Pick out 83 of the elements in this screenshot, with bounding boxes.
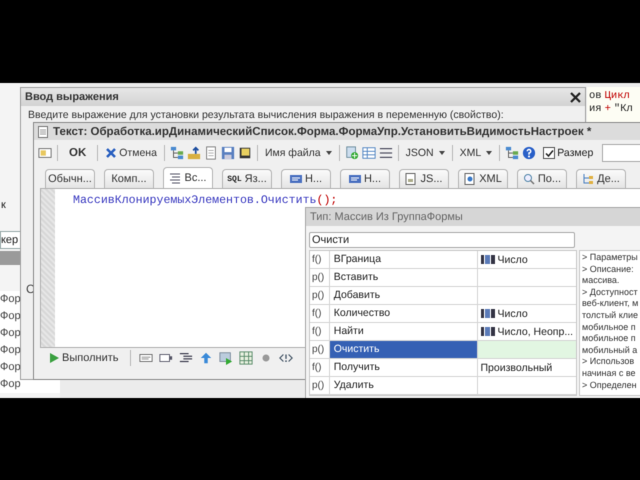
window-title: Ввод выражения bbox=[25, 91, 119, 103]
tree-icon[interactable] bbox=[505, 146, 520, 160]
tab[interactable]: По... bbox=[517, 169, 567, 188]
description-text: > Определен bbox=[582, 380, 638, 392]
code-token: ия bbox=[589, 103, 602, 116]
run-button[interactable]: Выполнить bbox=[48, 352, 122, 364]
tab[interactable]: Н... bbox=[340, 169, 390, 188]
html-icon bbox=[348, 173, 361, 185]
member-item[interactable]: Добавить bbox=[330, 287, 478, 304]
run-screen-icon[interactable] bbox=[219, 351, 234, 365]
list-label: к bbox=[0, 199, 7, 211]
member-item[interactable]: Удалить bbox=[330, 377, 478, 394]
form-icon[interactable] bbox=[38, 146, 52, 160]
lines-icon[interactable] bbox=[378, 146, 393, 160]
close-icon[interactable] bbox=[570, 92, 581, 102]
help-icon[interactable] bbox=[522, 146, 536, 160]
tree-icon bbox=[582, 173, 594, 185]
description-text: веб-клиент, м bbox=[582, 298, 640, 310]
filter-field[interactable]: Очисти bbox=[309, 232, 575, 248]
type-text: Число, Неопр... bbox=[498, 326, 574, 338]
document-icon bbox=[38, 126, 48, 138]
description-text: > Параметры bbox=[582, 252, 639, 264]
document-icon bbox=[405, 173, 418, 185]
cross-icon bbox=[105, 147, 118, 159]
lines-icon bbox=[169, 172, 182, 184]
type-text: Число bbox=[498, 254, 528, 266]
description-text: > Доступност bbox=[582, 286, 639, 298]
code-token: ов bbox=[589, 90, 602, 103]
tab[interactable]: Комп... bbox=[104, 169, 154, 188]
code-line: МассивКлонируемыхЭлементов.Очистить(); bbox=[72, 193, 338, 208]
description-text: > Описание: bbox=[582, 264, 635, 276]
member-item[interactable]: Получить bbox=[330, 359, 478, 376]
tab[interactable]: Н... bbox=[281, 169, 331, 188]
member-item[interactable]: Очистить bbox=[330, 341, 478, 358]
description-text: > Использов bbox=[582, 356, 636, 368]
tab[interactable]: Де... bbox=[576, 169, 626, 188]
grid-icon[interactable] bbox=[239, 351, 254, 365]
description-text: мобильное п bbox=[582, 333, 637, 345]
member-item[interactable]: Найти bbox=[330, 323, 478, 340]
tab[interactable]: Обычн... bbox=[45, 169, 95, 188]
dropdown-button[interactable]: JSON bbox=[404, 145, 447, 161]
description-text: массива. bbox=[582, 275, 620, 287]
dropdown-button[interactable]: XML bbox=[458, 145, 494, 161]
type-text: Произвольный bbox=[480, 362, 552, 374]
ok-button[interactable]: OK bbox=[63, 145, 92, 161]
input-icon[interactable] bbox=[159, 351, 174, 365]
prompt-text: Введите выражение для установки результата вычисления выражения в переменную (свойство): bbox=[28, 109, 505, 121]
tab[interactable]: XML bbox=[458, 169, 508, 188]
description-text: толстый клие bbox=[582, 310, 640, 322]
member-item[interactable]: Количество bbox=[330, 305, 478, 322]
tree-icon[interactable] bbox=[170, 146, 184, 160]
member-item[interactable]: Вставить bbox=[330, 269, 478, 286]
popup-title: Тип: Массив Из ГруппаФормы bbox=[306, 208, 640, 226]
search-icon bbox=[522, 173, 535, 185]
page-icon[interactable] bbox=[204, 146, 218, 160]
play-icon bbox=[48, 352, 60, 364]
check-icon bbox=[544, 148, 554, 158]
up-arrow-icon[interactable] bbox=[199, 351, 214, 365]
dropdown-button[interactable]: Имя файла bbox=[262, 145, 334, 161]
code-token: + bbox=[604, 103, 611, 116]
code-token: Цикл bbox=[604, 90, 630, 103]
indent-icon[interactable] bbox=[179, 351, 194, 365]
type-text: Число bbox=[498, 308, 528, 320]
add-icon[interactable] bbox=[344, 146, 359, 160]
tab[interactable]: Вс... bbox=[163, 167, 213, 188]
cancel-button[interactable]: Отмена bbox=[103, 145, 159, 161]
input-field[interactable] bbox=[602, 144, 640, 162]
save-icon[interactable] bbox=[220, 146, 235, 160]
sql-icon: SQL bbox=[227, 174, 242, 184]
document-icon bbox=[464, 173, 476, 185]
tab[interactable]: JS... bbox=[399, 169, 449, 188]
regex-icon[interactable] bbox=[139, 351, 154, 365]
code-token: "Кл bbox=[614, 103, 633, 116]
member-item[interactable]: ВГраница bbox=[330, 251, 478, 268]
list-item[interactable]: Фор bbox=[0, 376, 60, 393]
upload-icon[interactable] bbox=[186, 146, 201, 160]
description-text: мобильное п bbox=[582, 322, 637, 334]
tab[interactable]: SQL Яз... bbox=[222, 169, 272, 188]
description-text: начиная с ве bbox=[582, 368, 637, 380]
window-title: Текст: Обработка.ирДинамическийСписок.Форма.ФормаУпр.УстановитьВидимостьНастроек * bbox=[53, 126, 592, 138]
size-checkbox[interactable]: Размер bbox=[543, 147, 594, 159]
table-icon[interactable] bbox=[362, 146, 376, 160]
html-icon bbox=[290, 173, 302, 185]
